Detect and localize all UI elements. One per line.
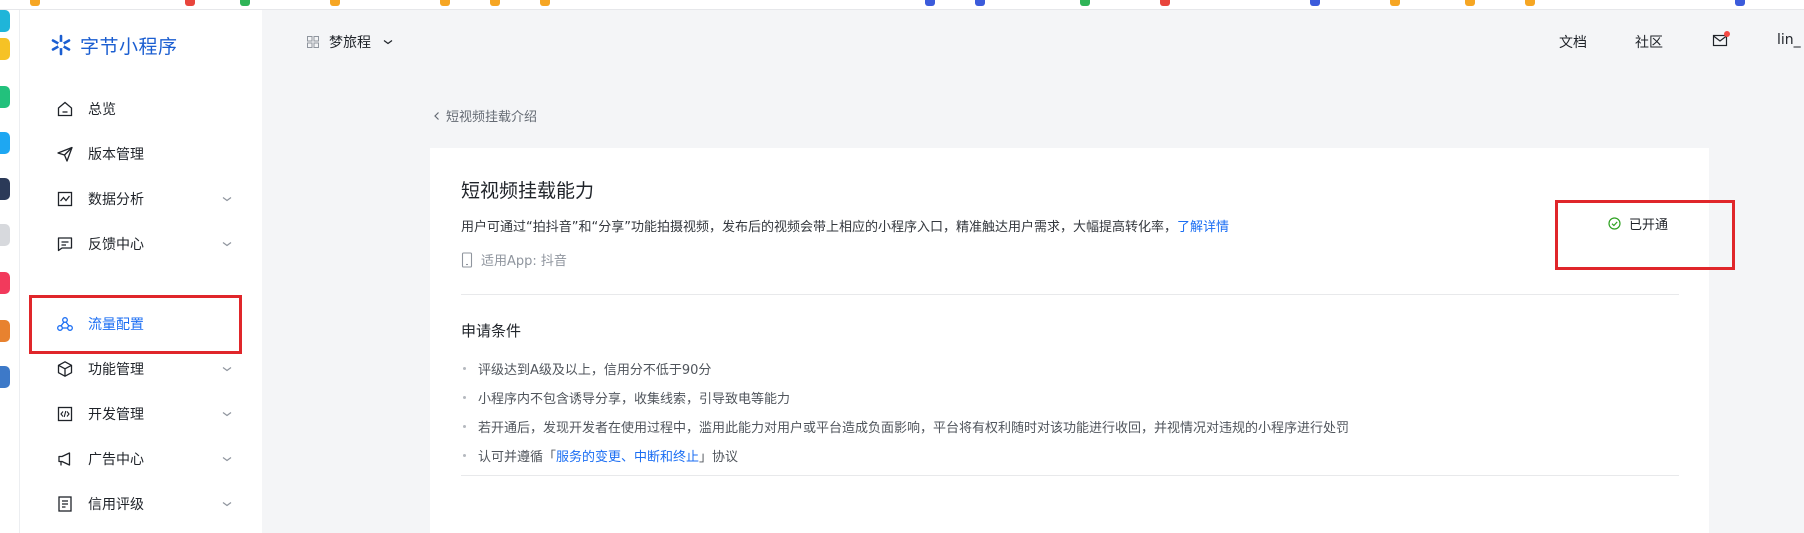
sidebar-item-label: 广告中心 xyxy=(88,452,144,468)
bookmark-bar xyxy=(0,0,1804,10)
sidebar-item-features[interactable]: 功能管理 xyxy=(24,349,242,389)
chevron-down-icon xyxy=(383,40,393,45)
cube-icon xyxy=(57,361,73,377)
notification-dot xyxy=(1724,31,1730,37)
chevron-down-icon xyxy=(222,412,232,417)
phone-icon xyxy=(461,251,473,268)
sidebar-item-overview[interactable]: 总览 xyxy=(24,89,242,129)
sparkle-icon xyxy=(51,34,71,56)
chevron-left-icon xyxy=(434,111,439,120)
list-item: 认可并遵循「 服务的变更、中断和终止 」协议 xyxy=(461,441,1349,470)
brand-logo[interactable]: 字节小程序 xyxy=(50,30,178,60)
back-label: 短视频挂载介绍 xyxy=(446,110,538,125)
conditions-list: 评级达到A级及以上，信用分不低于90分 小程序内不包含诱导分享，收集线索，引导致… xyxy=(461,354,1349,470)
grid-icon xyxy=(307,36,319,48)
list-item: 小程序内不包含诱导分享，收集线索，引导致电等能力 xyxy=(461,383,1349,412)
highlight-box xyxy=(1555,200,1735,270)
sidebar-item-development[interactable]: 开发管理 xyxy=(24,394,242,434)
dock-app-icon[interactable] xyxy=(0,224,10,246)
chevron-down-icon xyxy=(222,242,232,247)
condition-text: 小程序内不包含诱导分享，收集线索，引导致电等能力 xyxy=(478,392,791,407)
dock-app-icon[interactable] xyxy=(0,38,10,60)
condition-text: 若开通后，发现开发者在使用过程中，滥用此能力对用户或平台造成负面影响，平台将有权… xyxy=(478,421,1350,436)
sidebar-item-analytics[interactable]: 数据分析 xyxy=(24,179,242,219)
sidebar-item-label: 版本管理 xyxy=(88,147,144,163)
divider xyxy=(461,475,1679,476)
app-dock xyxy=(0,10,20,533)
sidebar-item-label: 总览 xyxy=(88,102,116,118)
dock-app-icon[interactable] xyxy=(0,366,10,388)
list-item: 评级达到A级及以上，信用分不低于90分 xyxy=(461,354,1349,383)
divider xyxy=(461,294,1679,295)
dock-app-icon[interactable] xyxy=(0,86,10,108)
sidebar-item-versions[interactable]: 版本管理 xyxy=(24,134,242,174)
capability-card: 短视频挂载能力 用户可通过“拍抖音”和“分享”功能拍摄视频，发布后的视频会带上相… xyxy=(430,148,1735,533)
conditions-title: 申请条件 xyxy=(461,322,522,340)
app-name: 梦旅程 xyxy=(329,35,371,51)
community-link[interactable]: 社区 xyxy=(1635,32,1663,52)
applies-to-label: 适用App: 抖音 xyxy=(481,254,567,269)
home-icon xyxy=(57,101,73,117)
document-icon xyxy=(58,496,72,512)
megaphone-icon xyxy=(58,452,71,466)
chevron-down-icon xyxy=(222,197,232,202)
dock-app-icon[interactable] xyxy=(0,10,10,32)
chevron-down-icon xyxy=(222,457,232,462)
condition-text: 评级达到A级及以上，信用分不低于90分 xyxy=(478,363,712,378)
chevron-down-icon xyxy=(222,367,232,372)
back-link[interactable]: 短视频挂载介绍 xyxy=(432,106,537,125)
sidebar-item-label: 数据分析 xyxy=(88,192,144,208)
dock-app-icon[interactable] xyxy=(0,272,10,294)
chevron-down-icon xyxy=(222,502,232,507)
description-text: 用户可通过“拍抖音”和“分享”功能拍摄视频，发布后的视频会带上相应的小程序入口，… xyxy=(461,220,1177,235)
learn-more-link[interactable]: 了解详情 xyxy=(1177,220,1229,235)
send-icon xyxy=(57,146,73,162)
sidebar-item-label: 信用评级 xyxy=(88,497,144,513)
top-header: 梦旅程 文档 社区 lin_ xyxy=(262,10,1804,74)
agreement-suffix: 」协议 xyxy=(699,450,739,465)
dock-app-icon[interactable] xyxy=(0,320,10,342)
dock-app-icon[interactable] xyxy=(0,132,10,154)
user-menu[interactable]: lin_ xyxy=(1777,32,1801,48)
sidebar-item-ads[interactable]: 广告中心 xyxy=(24,439,242,479)
applies-to: 适用App: 抖音 xyxy=(461,250,567,269)
app-switcher[interactable]: 梦旅程 xyxy=(307,32,395,52)
highlight-box xyxy=(29,295,242,354)
code-icon xyxy=(57,406,73,422)
list-item: 若开通后，发现开发者在使用过程中，滥用此能力对用户或平台造成负面影响，平台将有权… xyxy=(461,412,1349,441)
sidebar-item-label: 功能管理 xyxy=(88,362,144,378)
agreement-prefix: 认可并遵循「 xyxy=(478,450,557,465)
sidebar-item-label: 开发管理 xyxy=(88,407,144,423)
sidebar-item-feedback[interactable]: 反馈中心 xyxy=(24,224,242,264)
agreement-link[interactable]: 服务的变更、中断和终止 xyxy=(556,446,699,465)
sidebar-item-label: 反馈中心 xyxy=(88,237,144,253)
docs-link[interactable]: 文档 xyxy=(1559,32,1587,52)
dock-app-icon[interactable] xyxy=(0,178,10,200)
mail-button[interactable] xyxy=(1711,31,1731,50)
brand-name: 字节小程序 xyxy=(80,35,178,58)
sidebar-item-credit[interactable]: 信用评级 xyxy=(24,484,242,524)
page-title: 短视频挂载能力 xyxy=(461,180,595,202)
chart-icon xyxy=(57,191,73,207)
feedback-icon xyxy=(57,237,73,252)
capability-description: 用户可通过“拍抖音”和“分享”功能拍摄视频，发布后的视频会带上相应的小程序入口，… xyxy=(461,216,1229,235)
